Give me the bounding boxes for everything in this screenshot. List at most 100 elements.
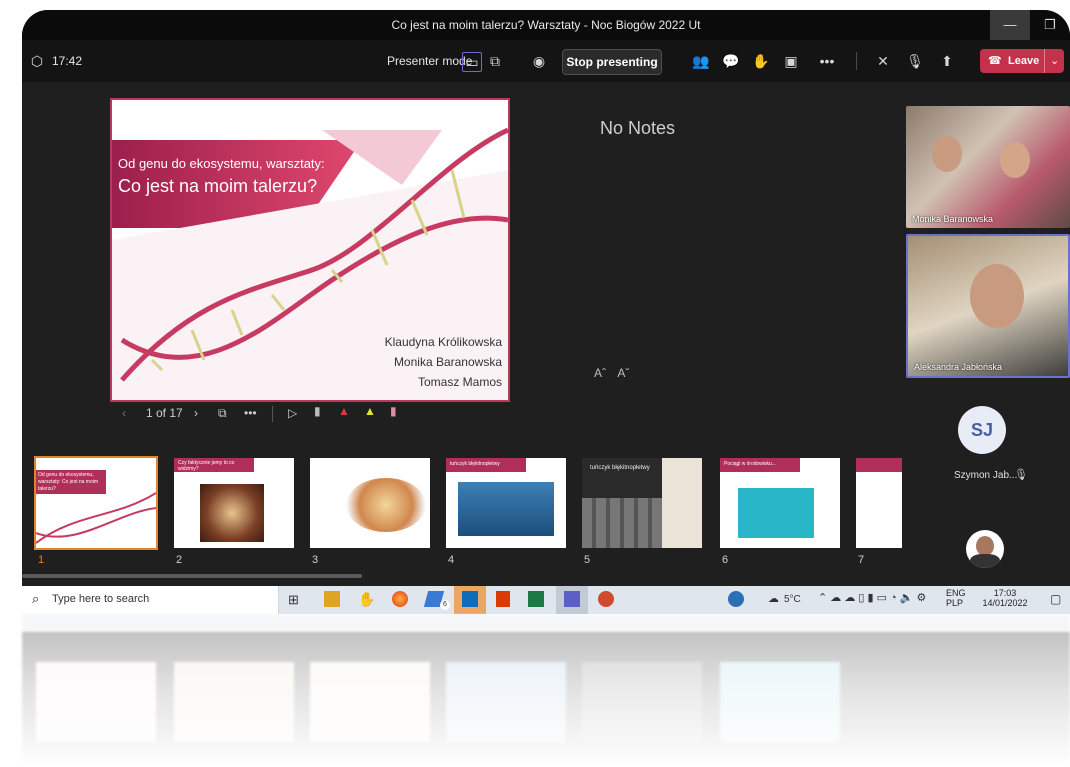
minimize-button[interactable]: —	[990, 10, 1030, 40]
teams-icon	[564, 591, 580, 607]
thumb-number: 2	[176, 554, 183, 566]
thumb-caption: tuńczyk błękitnopłetwy	[450, 461, 500, 467]
chat-icon[interactable]: 💬	[722, 52, 740, 70]
notification-badge: 6	[440, 600, 450, 610]
presenter-mode-label: Presenter mode	[387, 54, 473, 68]
leave-button[interactable]: ☎ Leave ⌄	[980, 49, 1064, 73]
rooms-icon[interactable]: ▣	[782, 52, 800, 70]
pink-pen-icon[interactable]: ▮	[390, 404, 397, 418]
next-slide-icon[interactable]: ›	[194, 406, 198, 420]
thumb-number: 3	[312, 554, 319, 566]
slide-thumbnail[interactable]	[856, 458, 902, 548]
pointer-icon[interactable]: ▷	[288, 406, 297, 420]
cloud-icon: ☁	[768, 593, 779, 605]
thumb-number: 7	[858, 554, 865, 566]
powerpoint-icon[interactable]	[598, 591, 614, 607]
slide-thumbnail[interactable]: Czy faktycznie jemy to co widzimy?	[174, 458, 294, 548]
presenter-mode-standout-icon[interactable]: ▭	[462, 52, 482, 72]
keyboard-layout: PLP	[946, 598, 964, 608]
thumb-number: 6	[722, 554, 729, 566]
more-slide-options-icon[interactable]: •••	[244, 406, 257, 420]
camera-off-icon[interactable]: ✕	[874, 52, 892, 70]
participant-name: Monika Baranowska	[912, 214, 994, 224]
previous-slide-icon[interactable]: ‹	[122, 406, 126, 420]
taskbar-search-box[interactable]: ⌕ Type here to search	[22, 586, 279, 614]
thumb-caption: tuńczyk błękitnopłetwy	[590, 465, 650, 471]
tuna-underwater-image	[458, 482, 554, 536]
red-pen-icon[interactable]: ▲	[338, 404, 350, 418]
chrome-app-icon[interactable]	[728, 591, 744, 607]
file-explorer-icon[interactable]	[324, 591, 340, 607]
reactions-icon[interactable]: ✋	[752, 52, 770, 70]
clock-time: 17:03	[993, 588, 1017, 598]
teams-window: Co jest na moim talerzu? Warsztaty - Noc…	[22, 10, 1070, 614]
chevron-down-icon[interactable]: ⌄	[1050, 49, 1059, 73]
hand-app-icon[interactable]: ✋	[358, 591, 375, 608]
current-slide: Od genu do ekosystemu, warsztaty: Co jes…	[110, 98, 510, 402]
avatar[interactable]: SJ	[958, 406, 1006, 454]
sushi-image	[662, 458, 702, 548]
language-code: ENG	[946, 588, 966, 598]
fish-market-image	[582, 498, 662, 548]
slide-thumbnail[interactable]: Od genu do ekosystemu, warsztaty: Co jes…	[34, 456, 158, 550]
task-view-icon[interactable]: ⊞	[288, 592, 299, 608]
office-icon[interactable]	[496, 591, 510, 607]
meeting-timer: 17:42	[52, 54, 83, 68]
meeting-toolbar: ⬡ 17:42 Presenter mode ▭ ⧉ ◉ Stop presen…	[22, 40, 1070, 82]
language-indicator[interactable]: ENG PLP	[946, 588, 966, 608]
participant-photo[interactable]	[966, 530, 1004, 568]
shoulders-icon	[970, 554, 1000, 568]
slide-thumbnail[interactable]	[310, 458, 430, 548]
outlook-tile[interactable]	[454, 586, 486, 614]
share-content-icon[interactable]: ⬆	[938, 52, 956, 70]
thumb-banner	[856, 458, 902, 472]
diagram-image	[738, 488, 814, 538]
slide-thumbnail[interactable]: tuńczyk błękitnopłetwy	[582, 458, 702, 548]
teams-tile[interactable]	[556, 586, 588, 614]
participants-icon[interactable]: 👥	[692, 52, 710, 70]
slide-thumbnail[interactable]: tuńczyk błękitnopłetwy	[446, 458, 566, 548]
eraser-icon[interactable]: ▮	[314, 404, 321, 418]
all-slides-icon[interactable]: ⧉	[218, 406, 227, 421]
eye-icon[interactable]: ◉	[530, 52, 548, 70]
decrease-font-icon[interactable]: Aˇ	[617, 366, 629, 380]
slide-title: Co jest na moim talerzu?	[118, 176, 318, 196]
slide-subtitle: Od genu do ekosystemu, warsztaty:	[118, 156, 325, 171]
dna-thumbnail-graphic	[36, 492, 156, 544]
participant-avatar	[970, 264, 1024, 328]
food-plate-image	[200, 484, 264, 542]
taskbar-clock[interactable]: 17:03 14/01/2022	[982, 588, 1028, 608]
more-options-icon[interactable]: •••	[818, 52, 836, 70]
leave-divider	[1044, 49, 1045, 73]
author-name: Tomasz Mamos	[417, 375, 502, 389]
increase-font-icon[interactable]: Aˆ	[594, 366, 606, 380]
slide-counter: 1 of 17	[146, 406, 183, 420]
highlighter-icon[interactable]: ▲	[364, 404, 376, 418]
notifications-icon[interactable]: ▢	[1050, 592, 1061, 606]
thumb-number: 5	[584, 554, 591, 566]
window-reflection	[22, 614, 1070, 767]
system-tray-icons[interactable]: ⌃ ☁ ☁ ▯ ▮ ▭ ◔ 🔈 ⚙	[818, 591, 926, 604]
thumb-caption: Pociągi w środowisku...	[724, 461, 776, 467]
presenter-mode-sidebyside-icon[interactable]: ⧉	[486, 52, 504, 70]
search-placeholder: Type here to search	[52, 593, 150, 605]
video-tile-active[interactable]: Aleksandra Jabłońska	[906, 234, 1070, 378]
stop-presenting-button[interactable]: Stop presenting	[562, 49, 662, 75]
reflection-fade	[22, 614, 1070, 767]
mic-muted-icon: 🎙	[1014, 469, 1028, 481]
video-tile[interactable]: Monika Baranowska	[906, 106, 1070, 228]
author-name: Monika Baranowska	[393, 355, 502, 369]
slide-thumbnail[interactable]: Pociągi w środowisku...	[720, 458, 840, 548]
mic-off-icon[interactable]: 🎙	[906, 52, 924, 70]
presenter-stage: Od genu do ekosystemu, warsztaty: Co jes…	[22, 82, 1070, 614]
shield-icon: ⬡	[30, 53, 44, 69]
slide-navigation: ‹ 1 of 17 › ⧉ ••• ▷ ▮ ▲ ▲ ▮	[110, 400, 510, 428]
maximize-button[interactable]: ❐	[1030, 10, 1070, 40]
participant-avatar	[932, 136, 962, 172]
thumbnails-scrollbar[interactable]	[22, 574, 362, 578]
participant-name: Szymon Jab...	[954, 470, 1018, 481]
participants-pane: Monika Baranowska Aleksandra Jabłońska S…	[902, 98, 1070, 614]
firefox-icon[interactable]	[392, 591, 408, 607]
excel-icon[interactable]	[528, 591, 544, 607]
participant-avatar	[1000, 142, 1030, 178]
